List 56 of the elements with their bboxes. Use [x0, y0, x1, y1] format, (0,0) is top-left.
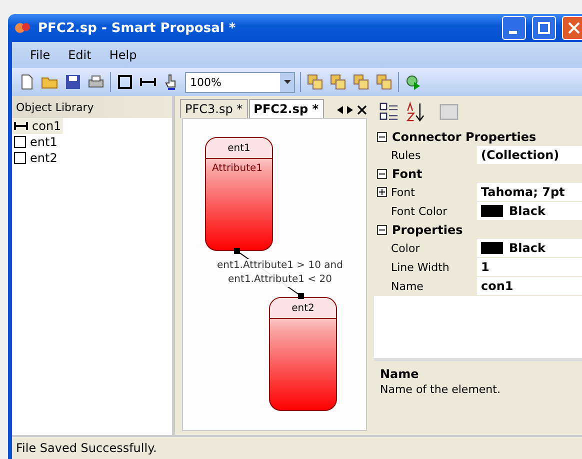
- library-item[interactable]: con1: [12, 118, 64, 134]
- maximize-button[interactable]: [532, 16, 556, 40]
- panel-title: Object Library: [12, 96, 172, 118]
- library-item[interactable]: ent2: [12, 150, 60, 166]
- close-button[interactable]: [562, 16, 582, 40]
- property-name: Color: [374, 239, 477, 257]
- property-value[interactable]: Black: [477, 239, 582, 257]
- property-value[interactable]: 1: [477, 258, 582, 276]
- property-value[interactable]: (Collection): [477, 146, 582, 164]
- help-text: Name of the element.: [380, 383, 502, 396]
- close-icon: [568, 22, 580, 34]
- bring-front-icon[interactable]: [306, 73, 324, 91]
- menu-item[interactable]: File: [24, 46, 56, 64]
- property-name: Name: [374, 277, 477, 295]
- close-icon[interactable]: [357, 105, 367, 115]
- dropdown-arrow-icon: [284, 80, 290, 84]
- run-icon[interactable]: [404, 73, 422, 91]
- minimize-icon: [508, 30, 516, 34]
- collapse-icon[interactable]: [377, 132, 387, 142]
- help-title: Name: [380, 367, 420, 381]
- connector-label: ent1.Attribute1 > 10 and ent1.Attribute1 < 20: [214, 259, 346, 287]
- property-name: Font Color: [374, 202, 477, 220]
- category-header[interactable]: Font: [374, 165, 582, 183]
- right-arrow-icon[interactable]: [347, 106, 353, 114]
- collapse-icon[interactable]: [377, 169, 387, 179]
- menu-item[interactable]: Help: [103, 46, 143, 64]
- property-name: Font: [374, 183, 477, 201]
- document-tab[interactable]: PFC2.sp *: [248, 99, 324, 118]
- connector-icon: [14, 121, 28, 131]
- send-back-icon[interactable]: [329, 73, 347, 91]
- minimize-button[interactable]: [502, 16, 526, 40]
- sort-alphabetical-icon[interactable]: [404, 101, 426, 123]
- entity-title: ent1: [206, 138, 272, 159]
- send-backward-icon[interactable]: [375, 73, 393, 91]
- maximize-icon: [538, 22, 550, 34]
- bring-forward-icon[interactable]: [352, 73, 370, 91]
- save-icon[interactable]: [64, 73, 82, 91]
- expand-icon[interactable]: [377, 187, 387, 197]
- library-item[interactable]: ent1: [12, 134, 60, 150]
- zoom-dropdown[interactable]: 100%: [185, 72, 295, 92]
- collapse-icon[interactable]: [377, 225, 387, 235]
- property-value[interactable]: Tahoma; 7pt: [477, 183, 582, 201]
- property-name: Rules: [374, 146, 477, 164]
- property-name: Line Width: [374, 258, 477, 276]
- category-header[interactable]: Connector Properties: [374, 128, 582, 146]
- category-header[interactable]: Properties: [374, 221, 582, 239]
- left-arrow-icon[interactable]: [337, 106, 343, 114]
- categorized-icon[interactable]: [378, 101, 400, 123]
- menu-item[interactable]: Edit: [62, 46, 98, 64]
- property-value[interactable]: con1: [477, 277, 582, 295]
- entity-title: ent2: [270, 298, 336, 319]
- rectangle-icon[interactable]: [116, 73, 134, 91]
- window-title: PFC2.sp - Smart Proposal *: [38, 20, 237, 36]
- entity-attribute: Attribute1: [211, 162, 264, 176]
- document-tab[interactable]: PFC3.sp *: [180, 99, 248, 118]
- property-value[interactable]: Black: [477, 202, 582, 220]
